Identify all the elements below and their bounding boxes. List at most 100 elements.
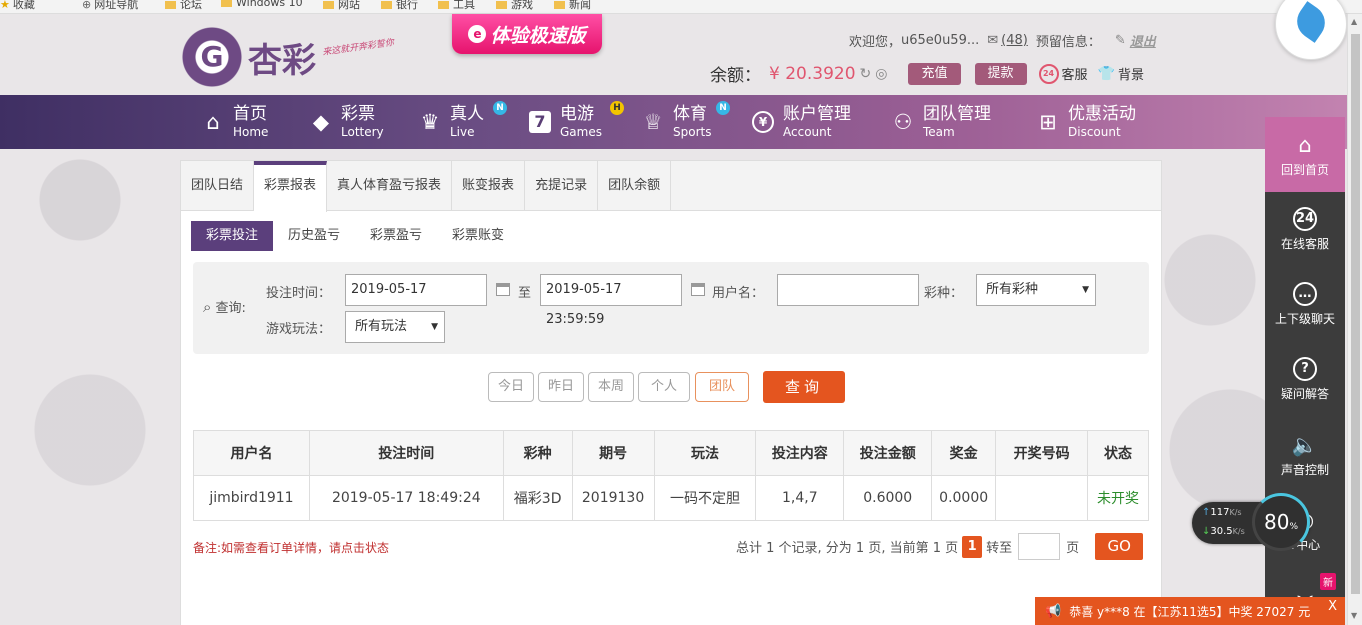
column-header: 期号 <box>571 430 655 476</box>
folder-icon <box>554 1 565 9</box>
table-cell <box>995 475 1088 521</box>
goto-page-input[interactable] <box>1018 533 1061 560</box>
table-cell: 2019-05-17 18:49:24 <box>308 475 504 521</box>
question-icon: ? <box>1293 357 1317 381</box>
tab-report[interactable]: 充提记录 <box>525 161 599 211</box>
quick-range-button[interactable]: 昨日 <box>538 372 584 402</box>
mail-count-link[interactable]: (48) <box>1001 33 1028 48</box>
refresh-icon[interactable]: ↻ <box>860 66 872 82</box>
sidebar-item[interactable]: 24 在线客服 <box>1265 192 1345 267</box>
bookmark-item[interactable]: ★ 收藏 <box>0 0 35 12</box>
customer-service-link[interactable]: 24 客服 <box>1038 63 1088 84</box>
subtab-lottery[interactable]: 彩票投注 <box>191 221 274 251</box>
bookmark-item[interactable]: 游戏 <box>496 0 533 12</box>
username-input[interactable] <box>777 274 919 306</box>
column-header: 彩种 <box>502 430 573 476</box>
withdraw-button[interactable]: 提款 <box>974 62 1027 85</box>
go-button[interactable]: GO <box>1095 533 1144 560</box>
page-scrollbar[interactable]: ▲ ▼ <box>1347 14 1362 625</box>
table-cell: 0.6000 <box>843 475 933 521</box>
sidebar-label: 在线客服 <box>1280 237 1329 251</box>
lottery-type-select[interactable]: 所有彩种 ▼ <box>976 274 1096 306</box>
balance-bar: 余额： ¥ 20.3920 ↻ ◎ 充值 提款 24 客服 👕 背景 <box>710 61 1144 86</box>
calendar-icon[interactable] <box>496 283 510 296</box>
chevron-down-icon: ▼ <box>431 322 438 332</box>
nav-sublabel: Team <box>923 125 955 139</box>
nav-badge: N <box>493 101 507 115</box>
play-method-select[interactable]: 所有玩法 ▼ <box>345 311 445 343</box>
seven-icon: 7 <box>527 109 553 135</box>
sidebar-item[interactable]: 🔈 声音控制 <box>1265 417 1345 492</box>
subtab-lottery[interactable]: 彩票账变 <box>437 221 519 251</box>
page-current[interactable]: 1 <box>962 535 983 558</box>
sidebar-item[interactable]: ? 疑问解答 <box>1265 342 1345 417</box>
quick-range-button[interactable]: 本周 <box>588 372 634 402</box>
globe-icon: ⊕ <box>82 0 92 11</box>
query-submit-button[interactable]: 查询 <box>763 371 845 403</box>
status-link[interactable]: 未开奖 <box>1087 475 1149 521</box>
nav-item-team[interactable]: ⚇ 团队管理 Team <box>890 95 991 149</box>
sidebar-item[interactable]: … 上下级聊天 <box>1265 267 1345 342</box>
nav-item-account[interactable]: ¥ 账户管理 Account <box>750 95 851 149</box>
tab-report[interactable]: 彩票报表 <box>254 161 328 212</box>
tab-report[interactable]: 团队余额 <box>598 161 672 211</box>
hide-balance-icon[interactable]: ◎ <box>875 66 887 82</box>
sidebar-item[interactable]: ⌂ 回到首页 <box>1265 117 1345 192</box>
column-header: 玩法 <box>653 430 757 476</box>
column-header: 投注时间 <box>308 430 504 476</box>
close-icon[interactable]: X <box>1328 599 1337 614</box>
start-time-input[interactable]: 2019-05-17 00:00:00 <box>345 274 487 327</box>
bookmark-item[interactable]: Windows 10 <box>221 0 303 9</box>
bookmark-item[interactable]: 网站 <box>323 0 360 12</box>
column-header: 投注内容 <box>755 430 845 476</box>
win-message: 恭喜 y***8 在【江苏11选5】中奖 27027 元 <box>1069 604 1311 619</box>
bookmark-item[interactable]: ⊕ 网址导航 <box>82 0 138 12</box>
quick-range-button[interactable]: 团队 <box>695 372 749 402</box>
memory-gauge[interactable]: 80% <box>1252 493 1310 551</box>
tab-report[interactable]: 账变报表 <box>452 161 526 211</box>
bookmark-item[interactable]: 新闻 <box>554 0 591 12</box>
nav-item-lottery[interactable]: ◆ 彩票 Lottery <box>308 95 384 149</box>
bookmark-item[interactable]: 论坛 <box>165 0 202 12</box>
end-time-input[interactable]: 2019-05-17 23:59:59 <box>540 274 682 327</box>
main-nav: ⌂ 首页 Home ◆ 彩票 Lottery ♛ 真人 Live N 7 电游 Games H ♕ 体育 Spo… <box>0 95 1362 149</box>
quick-range-button[interactable]: 今日 <box>488 372 534 402</box>
balance-label: 余额： <box>710 66 761 86</box>
bookmark-item[interactable]: 工具 <box>438 0 475 12</box>
order-detail-note: 备注:如需查看订单详情，请点击状态 <box>193 541 390 555</box>
nav-item-games[interactable]: 7 电游 Games H <box>527 95 624 149</box>
nav-item-discount[interactable]: ⊞ 优惠活动 Discount <box>1035 95 1136 149</box>
support-24-icon: 24 <box>1038 63 1059 84</box>
background-link[interactable]: 👕 背景 <box>1098 64 1144 84</box>
star-icon: ★ <box>0 0 10 11</box>
table-cell: 1,4,7 <box>755 475 845 521</box>
home-icon: ⌂ <box>206 110 220 134</box>
tab-report[interactable]: 团队日结 <box>181 161 255 211</box>
floating-bird-widget[interactable] <box>1275 0 1347 60</box>
mail-icon[interactable]: ✉ <box>987 33 998 48</box>
calendar-icon[interactable] <box>691 283 705 296</box>
edit-icon[interactable]: ✎ <box>1115 33 1126 48</box>
logout-link[interactable]: 退出 <box>1130 31 1156 50</box>
folder-icon <box>438 1 449 9</box>
nav-sublabel: Games <box>560 125 602 139</box>
subtab-lottery[interactable]: 彩票盈亏 <box>355 221 437 251</box>
nav-item-home[interactable]: ⌂ 首页 Home <box>200 95 268 149</box>
bookmark-item[interactable]: 银行 <box>381 0 418 12</box>
site-logo[interactable]: G 杏彩 来这就开奔彩誓你 <box>182 26 395 88</box>
table-cell: 福彩3D <box>502 475 573 521</box>
quick-range-button[interactable]: 个人 <box>638 372 690 402</box>
logo-slogan: 来这就开奔彩誓你 <box>321 37 395 58</box>
nav-item-live[interactable]: ♛ 真人 Live N <box>417 95 507 149</box>
tab-report[interactable]: 真人体育盈亏报表 <box>327 161 453 211</box>
subtab-lottery[interactable]: 历史盈亏 <box>273 221 355 251</box>
deposit-button[interactable]: 充值 <box>908 62 961 85</box>
nav-item-sports[interactable]: ♕ 体育 Sports N <box>640 95 730 149</box>
logo-badge-icon: G <box>182 27 242 87</box>
win-notification-banner: 📢 恭喜 y***8 在【江苏11选5】中奖 27027 元 X <box>1035 597 1345 625</box>
nav-label: 团队管理 <box>923 104 991 124</box>
scroll-thumb[interactable] <box>1351 34 1360 594</box>
promo-speed-version-button[interactable]: e 体验极速版 <box>452 14 602 54</box>
notice-label: 预留信息： <box>1035 35 1101 50</box>
nav-label: 优惠活动 <box>1068 104 1136 124</box>
